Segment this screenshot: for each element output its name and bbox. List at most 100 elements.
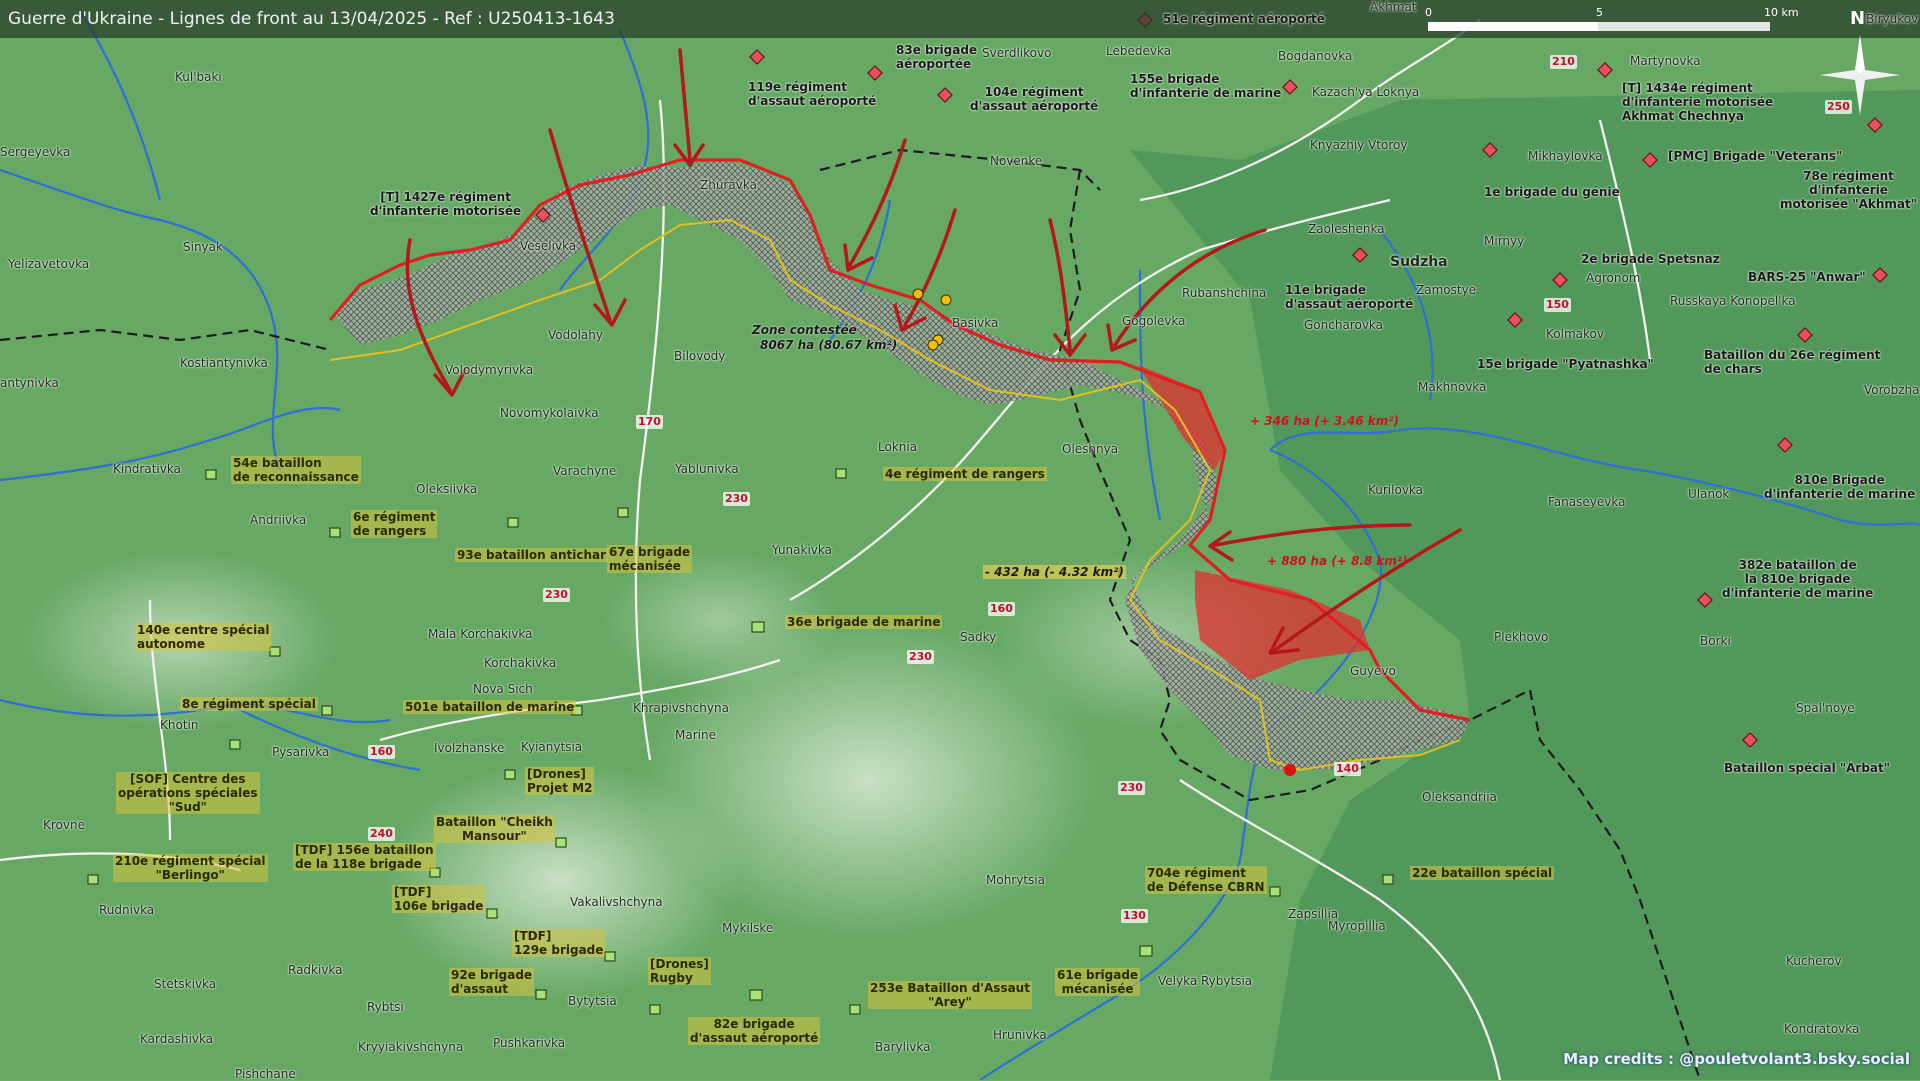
- town-label: Kazach'ya Loknya: [1312, 85, 1419, 99]
- ru-unit-label: 15e brigade "Pyatnashka": [1477, 357, 1654, 371]
- ua-unit-label: 36e brigade de marine: [785, 615, 942, 629]
- north-label: N: [1850, 8, 1865, 29]
- town-label: Guyevo: [1350, 664, 1396, 678]
- town-label: Marine: [675, 728, 716, 742]
- town-label: Fanaseyevka: [1548, 495, 1625, 509]
- ua-unit-label: [TDF] 106e brigade: [392, 885, 485, 913]
- town-label: Andriivka: [250, 513, 306, 527]
- town-label: Yelizavetovka: [8, 257, 89, 271]
- ru-unit-label: Bataillon du 26e régiment de chars: [1704, 348, 1880, 376]
- ua-unit-label: 61e brigade mécanisée: [1055, 968, 1140, 996]
- town-label: Sudzha: [1390, 255, 1448, 269]
- road-130: 130: [1121, 909, 1148, 923]
- ua-unit-label: 4e régiment de rangers: [883, 467, 1047, 481]
- town-label: Rubanshchina: [1182, 286, 1266, 300]
- town-label: Sergeyevka: [0, 145, 70, 159]
- town-label: Stetskivka: [154, 977, 216, 991]
- ua-unit-label: 93e bataillon antichar: [455, 548, 608, 562]
- town-label: Biryukov: [1866, 12, 1918, 26]
- ua-unit-label: 704e régiment de Défense CBRN: [1145, 866, 1267, 894]
- road-170: 170: [636, 415, 663, 429]
- town-label: Basivka: [952, 316, 998, 330]
- town-label: Barylivka: [875, 1040, 930, 1054]
- town-label: Lebedevka: [1106, 44, 1171, 58]
- ua-unit-label: [TDF] 129e brigade: [512, 929, 605, 957]
- ua-unit-label: [TDF] 156e bataillon de la 118e brigade: [293, 843, 436, 871]
- road-240: 240: [368, 827, 395, 841]
- town-label: Kurilovka: [1368, 483, 1423, 497]
- ru-unit-label: 119e régiment d'assaut aéroporté: [748, 80, 876, 108]
- town-label: Gogolevka: [1122, 314, 1186, 328]
- town-label: Zamostye: [1416, 283, 1476, 297]
- town-label: Novomykolaivka: [500, 406, 599, 420]
- scale-label-10: 10 km: [1764, 6, 1799, 19]
- ua-unit-label: 140e centre spécial autonome: [135, 623, 271, 651]
- town-label: Pushkarivka: [493, 1036, 565, 1050]
- road-230-d: 230: [1118, 781, 1145, 795]
- loss-label-1: - 432 ha (- 4.32 km²): [983, 565, 1126, 579]
- town-label: Velyka Rybytsia: [1158, 974, 1252, 988]
- town-label: Yunakivka: [772, 543, 832, 557]
- town-label: Akhmat: [1370, 0, 1417, 14]
- town-label: Varachyne: [553, 464, 616, 478]
- road-250: 250: [1825, 100, 1852, 114]
- town-label: Nova Sich: [473, 682, 533, 696]
- town-label: Volodymyrivka: [445, 363, 533, 377]
- ua-unit-label: 253e Bataillon d'Assaut "Arey": [868, 981, 1032, 1009]
- ru-unit-label: 11e brigade d'assaut aéroporté: [1285, 283, 1413, 311]
- town-label: Borki: [1700, 634, 1731, 648]
- ua-unit-label: [SOF] Centre des opérations spéciales "S…: [116, 772, 260, 814]
- town-label: Krovne: [43, 818, 85, 832]
- ru-unit-label: 810e Brigade d'infanterie de marine: [1764, 473, 1915, 501]
- town-label: Kyianytsia: [521, 740, 582, 754]
- town-label: Vorobzha: [1864, 383, 1920, 397]
- town-label: Novenke: [990, 154, 1042, 168]
- ru-unit-label: 382e bataillon de la 810e brigade d'infa…: [1722, 558, 1873, 600]
- ua-unit-label: 6e régiment de rangers: [351, 510, 437, 538]
- ua-unit-label: 92e brigade d'assaut: [449, 968, 534, 996]
- map-title: Guerre d'Ukraine - Lignes de front au 13…: [8, 9, 615, 29]
- town-label: Sverdlikovo: [982, 46, 1051, 60]
- town-label: Khotin: [160, 718, 198, 732]
- town-label: Korchakivka: [484, 656, 556, 670]
- title-bar: Guerre d'Ukraine - Lignes de front au 13…: [0, 0, 1920, 38]
- ua-unit-label: 67e brigade mécanisée: [607, 545, 692, 573]
- town-label: Makhnovka: [1418, 380, 1486, 394]
- scale-label-0: 0: [1425, 6, 1432, 19]
- contested-zone-name: Zone contestée: [752, 323, 857, 337]
- town-label: Oleksandriia: [1422, 790, 1497, 804]
- town-label: Rudnivka: [99, 903, 154, 917]
- gain-label-2: + 880 ha (+ 8.8 km²): [1267, 554, 1408, 568]
- road-160-b: 160: [368, 745, 395, 759]
- town-label: Kondratovka: [1784, 1022, 1859, 1036]
- town-label: Vodolahy: [548, 328, 603, 342]
- town-label: Kostiantynivka: [180, 356, 268, 370]
- town-label: Sadky: [960, 630, 996, 644]
- gain-label-1: + 346 ha (+ 3.46 km²): [1250, 414, 1399, 428]
- road-210: 210: [1550, 55, 1577, 69]
- map-canvas[interactable]: [0, 0, 1920, 1080]
- ua-unit-label: 82e brigade d'assaut aéroporté: [688, 1017, 820, 1045]
- ru-unit-label: 51e régiment aéroporté: [1163, 12, 1325, 26]
- impact-marker: [1284, 764, 1296, 776]
- town-label: Goncharovka: [1304, 318, 1383, 332]
- town-label: Mirnyy: [1484, 234, 1524, 248]
- road-150: 150: [1544, 298, 1571, 312]
- town-label: Kardashivka: [140, 1032, 213, 1046]
- ua-unit-label: 8e régiment spécial: [180, 697, 318, 711]
- town-label: Kul'baki: [175, 70, 222, 84]
- ua-unit-label: [Drones] Projet M2: [525, 767, 594, 795]
- town-label: Sinyak: [183, 240, 223, 254]
- town-label: Spal'noye: [1796, 701, 1855, 715]
- ua-unit-label: 22e bataillon spécial: [1410, 866, 1554, 880]
- town-label: Plekhovo: [1494, 630, 1548, 644]
- ru-unit-label: BARS-25 "Anwar": [1748, 270, 1866, 284]
- town-label: Kindrativka: [113, 462, 181, 476]
- ua-unit-label: 210e régiment spécial "Berlingo": [113, 854, 268, 882]
- town-label: Mykilske: [722, 921, 773, 935]
- town-label: Oleshnya: [1062, 442, 1118, 456]
- town-label: Pishchane: [235, 1067, 296, 1081]
- town-label: Knyazhiy Vtoroy: [1310, 138, 1407, 152]
- ru-unit-label: [T] 1427e régiment d'infanterie motorisé…: [370, 190, 521, 218]
- town-label: Agronom: [1586, 271, 1640, 285]
